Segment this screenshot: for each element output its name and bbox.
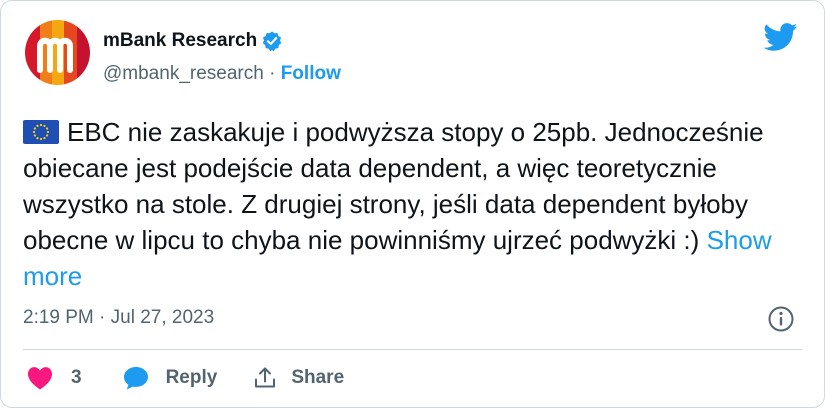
share-icon — [253, 366, 277, 390]
heart-icon — [27, 366, 53, 390]
eu-flag-icon — [23, 117, 59, 144]
author-handle-row: @mbank_research · Follow — [103, 63, 341, 85]
share-button[interactable]: Share — [253, 366, 344, 390]
tweet-text: EBC nie zaskakuje i podwyższa stopy o 25… — [23, 114, 803, 294]
reply-label: Reply — [165, 367, 218, 388]
divider — [23, 349, 802, 350]
like-count: 3 — [71, 367, 82, 388]
twitter-bird-icon[interactable] — [763, 23, 798, 51]
reply-bubble-icon — [122, 365, 150, 391]
info-icon[interactable] — [767, 305, 795, 333]
author-handle[interactable]: @mbank_research — [103, 63, 264, 84]
verified-badge-icon — [261, 30, 283, 52]
reply-button[interactable]: Reply — [122, 365, 218, 391]
author-name-text[interactable]: mBank Research — [103, 30, 257, 52]
action-bar: 3 Reply Share — [27, 365, 344, 391]
tweet-body: EBC nie zaskakuje i podwyższa stopy o 25… — [23, 117, 764, 255]
share-label: Share — [291, 367, 345, 388]
author-name[interactable]: mBank Research — [103, 30, 283, 52]
mbank-logo-icon[interactable] — [25, 20, 90, 85]
tweet-card: mBank Research @mbank_research · Follow — [0, 0, 825, 408]
tweet-timestamp[interactable]: 2:19 PM · Jul 27, 2023 — [23, 307, 214, 329]
handle-separator: · — [269, 63, 276, 84]
follow-button[interactable]: Follow — [281, 63, 341, 84]
like-button[interactable]: 3 — [27, 366, 82, 390]
